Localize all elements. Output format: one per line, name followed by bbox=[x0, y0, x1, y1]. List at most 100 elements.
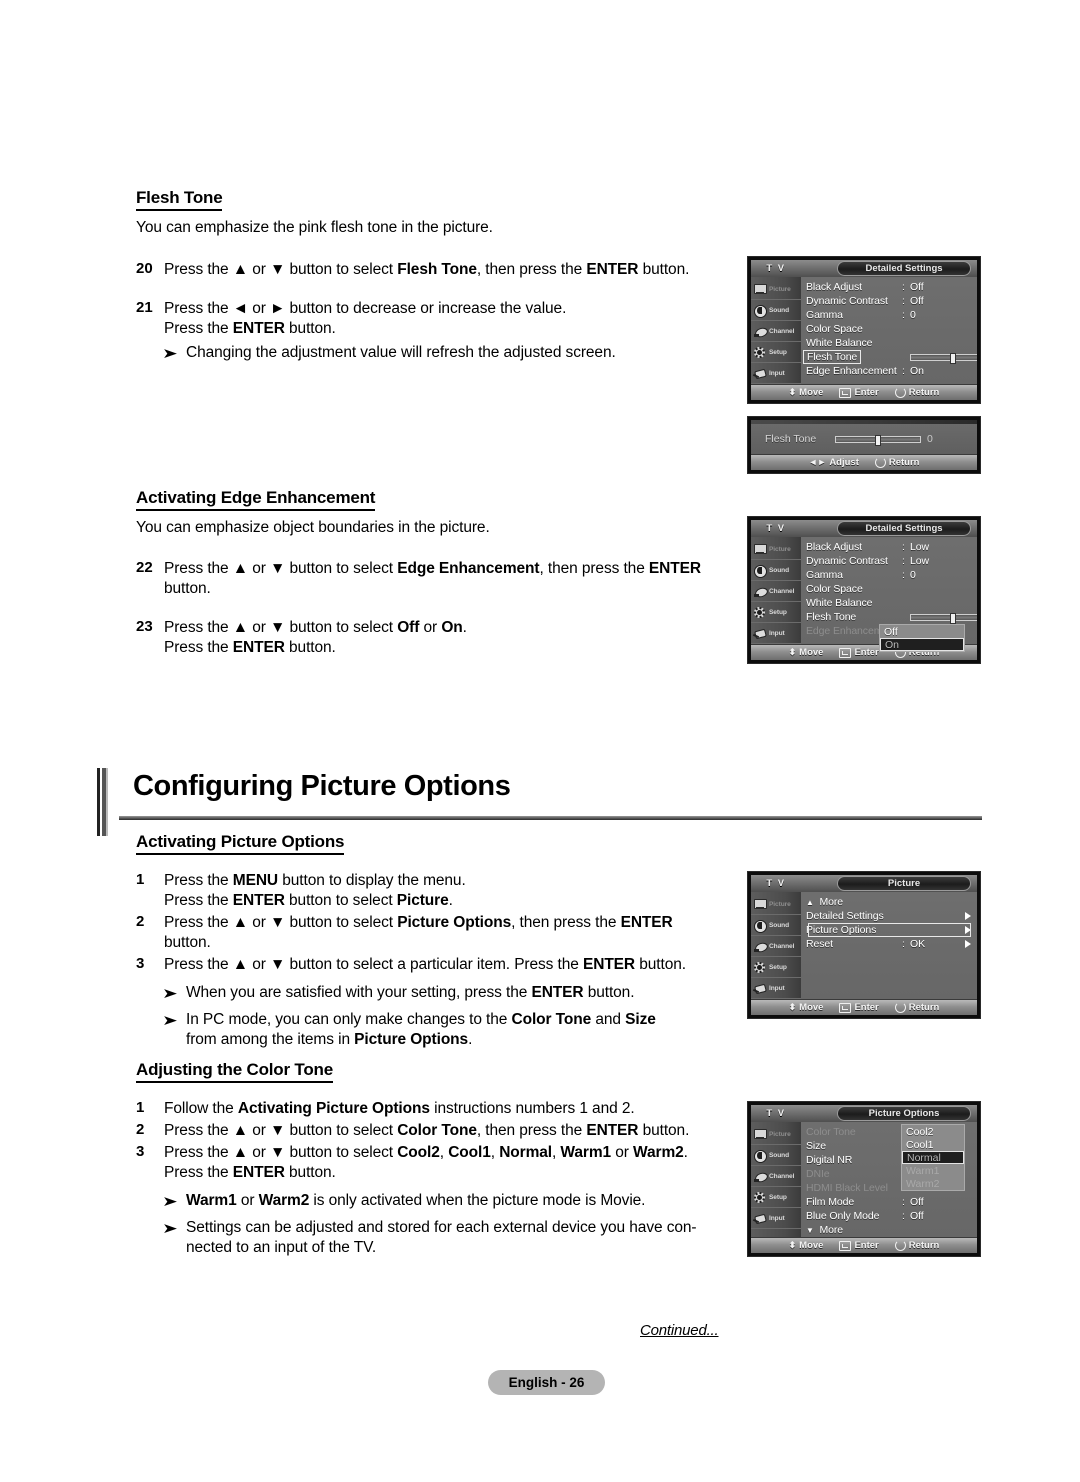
osd-sidebar-item-input[interactable]: Input bbox=[751, 1208, 801, 1229]
osd-footer-return[interactable]: Return bbox=[894, 1240, 939, 1251]
osd-slider[interactable] bbox=[910, 612, 977, 624]
osd-menu-row[interactable]: Color Space bbox=[806, 582, 977, 596]
osd-footer-return[interactable]: Return bbox=[894, 1002, 940, 1013]
act-note-1: ➤ Warm1 or Warm2 is only activated when … bbox=[162, 1191, 736, 1211]
flesh-tone-slider[interactable] bbox=[835, 434, 921, 446]
osd-sidebar-label: Sound bbox=[769, 306, 790, 314]
osd-menu-row[interactable]: ▼ More bbox=[806, 1223, 973, 1237]
osd-menu-row[interactable]: Dynamic Contrast: Low bbox=[806, 554, 977, 568]
osd-row-label: Size bbox=[806, 1140, 827, 1152]
osd-footer-label: Move bbox=[799, 647, 824, 658]
osd-menu-row[interactable]: Color Space bbox=[806, 322, 977, 336]
osd-sidebar-item-input[interactable]: Input bbox=[751, 623, 801, 644]
osd-menu-row[interactable]: Blue Only Mode: Off bbox=[806, 1209, 973, 1223]
osd-footer-label: Move bbox=[799, 387, 824, 398]
osd-row-value: 0 bbox=[910, 569, 916, 581]
gear-icon bbox=[753, 346, 767, 359]
osd-sidebar-item-setup[interactable]: Setup bbox=[751, 342, 801, 363]
osd-sidebar-label: Setup bbox=[769, 608, 787, 616]
osd-footer-label: Adjust bbox=[829, 457, 859, 468]
dropdown-option[interactable]: On bbox=[880, 638, 964, 651]
osd-sidebar-item-picture[interactable]: Picture bbox=[751, 1124, 801, 1145]
osd-menu-row[interactable]: Gamma:0 bbox=[806, 308, 977, 322]
osd-row-colon: : bbox=[902, 938, 905, 950]
osd-sidebar-item-channel[interactable]: Channel bbox=[751, 321, 801, 342]
osd-sidebar-item-input[interactable]: Input bbox=[751, 363, 801, 384]
plug-icon bbox=[753, 367, 767, 380]
osd-menu-row[interactable]: ▲ More bbox=[806, 895, 973, 909]
osd-sidebar-item-sound[interactable]: Sound bbox=[751, 1145, 801, 1166]
osd-sidebar-item-picture[interactable]: Picture bbox=[751, 279, 801, 300]
osd-sidebar-label: Setup bbox=[769, 348, 787, 356]
antenna-icon bbox=[753, 585, 767, 598]
osd-menu-row[interactable]: Picture Options bbox=[806, 923, 973, 937]
slider-knob[interactable] bbox=[950, 352, 956, 364]
speaker-icon bbox=[753, 304, 767, 318]
chapter-accent-bar bbox=[97, 768, 108, 836]
osd-menu-row[interactable]: Gamma:0 bbox=[806, 568, 977, 582]
osd-footer-enter[interactable]: Enter bbox=[839, 1240, 879, 1251]
osd-sidebar-item-sound[interactable]: Sound bbox=[751, 300, 801, 321]
dropdown-option[interactable]: Warm2 bbox=[902, 1177, 964, 1190]
osd-footer-enter[interactable]: Enter bbox=[839, 1002, 879, 1013]
dropdown-option[interactable]: Cool1 bbox=[902, 1138, 964, 1151]
osd-slider[interactable] bbox=[910, 352, 977, 364]
osd-menu-row[interactable]: White Balance bbox=[806, 336, 977, 350]
chapter-title: Configuring Picture Options bbox=[133, 770, 511, 802]
osd-sidebar-item-picture[interactable]: Picture bbox=[751, 539, 801, 560]
color-tone-dropdown[interactable]: Cool2 Cool1 Normal Warm1 Warm2 bbox=[901, 1124, 965, 1191]
osd-sidebar-item-sound[interactable]: Sound bbox=[751, 560, 801, 581]
osd-footer-move[interactable]: ⬍ Move bbox=[789, 387, 824, 398]
osd-sidebar-item-setup[interactable]: Setup bbox=[751, 957, 801, 978]
osd-menu-row[interactable]: White Balance bbox=[806, 596, 977, 610]
osd-sidebar-item-setup[interactable]: Setup bbox=[751, 602, 801, 623]
edge-enhancement-dropdown[interactable]: Off On bbox=[879, 624, 965, 652]
bullet-arrow-icon: ➤ bbox=[162, 985, 178, 1001]
osd-sidebar-item-sound[interactable]: Sound bbox=[751, 915, 801, 936]
return-circle-icon bbox=[894, 387, 906, 398]
osd-sidebar-item-input[interactable]: Input bbox=[751, 978, 801, 999]
osd-footer-move[interactable]: ⬍ Move bbox=[789, 1240, 824, 1251]
dropdown-option[interactable]: Warm1 bbox=[902, 1164, 964, 1177]
dropdown-option[interactable]: Off bbox=[880, 625, 964, 638]
osd-footer-enter[interactable]: Enter bbox=[839, 647, 879, 658]
osd-footer-return[interactable]: Return bbox=[894, 387, 939, 398]
osd-footer-enter[interactable]: Enter bbox=[839, 387, 879, 398]
speaker-icon bbox=[753, 919, 767, 933]
osd-footer-move[interactable]: ⬍ Move bbox=[789, 647, 824, 658]
chapter-rule bbox=[119, 816, 982, 820]
bullet-arrow-icon: ➤ bbox=[162, 1193, 178, 1209]
osd-menu-row[interactable]: Reset: OK bbox=[806, 937, 973, 951]
osd-row-value: Low bbox=[910, 541, 929, 553]
slider-knob[interactable] bbox=[950, 612, 956, 624]
osd-sidebar-item-channel[interactable]: Channel bbox=[751, 581, 801, 602]
osd-menu-row[interactable]: Flesh Tone 0 bbox=[806, 610, 977, 624]
osd-sidebar-item-channel[interactable]: Channel bbox=[751, 1166, 801, 1187]
plug-icon bbox=[753, 1212, 767, 1225]
osd-sidebar-item-picture[interactable]: Picture bbox=[751, 894, 801, 915]
osd-sidebar-label: Input bbox=[769, 369, 785, 377]
osd-row-label: Gamma bbox=[806, 309, 843, 321]
osd-menu-row[interactable]: Black Adjust: Off bbox=[806, 280, 977, 294]
osd-menu-row[interactable]: Edge Enhancement: On bbox=[806, 364, 977, 378]
osd-menu-row[interactable]: Black Adjust: Low bbox=[806, 540, 977, 554]
osd-row-value: Off bbox=[910, 281, 924, 293]
osd-footer-label: Return bbox=[908, 1002, 940, 1013]
osd-titlebar: T V Detailed Settings bbox=[751, 260, 977, 277]
osd-footer-return[interactable]: Return bbox=[874, 457, 920, 468]
osd-footer-label: Move bbox=[799, 1240, 824, 1251]
osd-sidebar-label: Setup bbox=[769, 963, 787, 971]
osd-row-value: On bbox=[910, 365, 924, 377]
osd-menu-row[interactable]: Dynamic Contrast: Off bbox=[806, 294, 977, 308]
osd-footer-adjust[interactable]: ◄► Adjust bbox=[808, 457, 858, 468]
osd-menu-row[interactable]: Flesh Tone 0 bbox=[803, 350, 977, 364]
osd-sidebar-item-setup[interactable]: Setup bbox=[751, 1187, 801, 1208]
osd-menu-row[interactable]: Detailed Settings bbox=[806, 909, 973, 923]
dropdown-option[interactable]: Normal bbox=[902, 1151, 964, 1164]
dropdown-option[interactable]: Cool2 bbox=[902, 1125, 964, 1138]
slider-knob[interactable] bbox=[875, 434, 881, 446]
adjusting-color-tone-heading: Adjusting the Color Tone bbox=[136, 1060, 333, 1083]
osd-footer-move[interactable]: ⬍ Move bbox=[789, 1002, 824, 1013]
osd-menu-row[interactable]: Film Mode: Off bbox=[806, 1195, 973, 1209]
osd-sidebar-item-channel[interactable]: Channel bbox=[751, 936, 801, 957]
